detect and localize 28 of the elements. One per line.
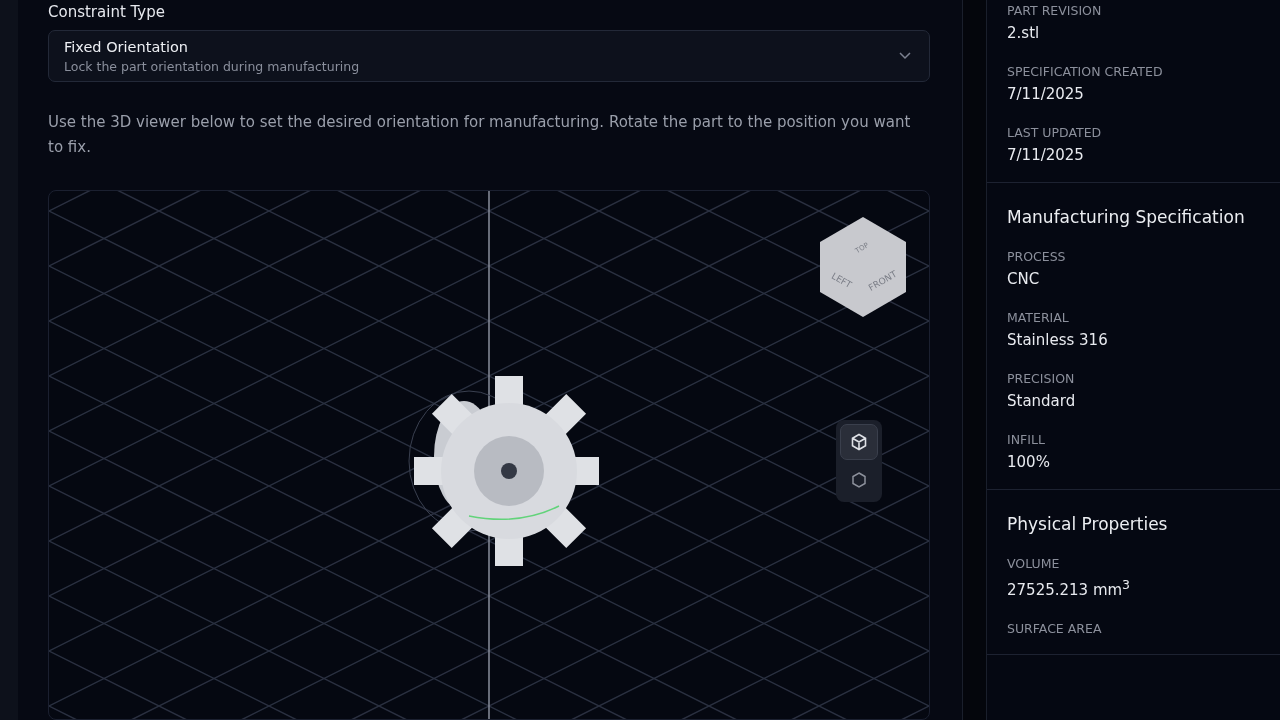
property-value: 7/11/2025 xyxy=(1007,146,1085,164)
property-label: SURFACE AREA xyxy=(1007,621,1103,636)
property-label: INFILL xyxy=(1007,432,1046,447)
cube-view-button[interactable] xyxy=(840,424,878,461)
property-label: SPECIFICATION CREATED xyxy=(1007,64,1164,79)
property-value: 100% xyxy=(1007,453,1051,471)
property-value: CNC xyxy=(1007,270,1041,288)
property-value: 7/11/2025 xyxy=(1007,85,1085,103)
cube-icon xyxy=(850,433,868,452)
property-value: Standard xyxy=(1007,392,1077,410)
hexagon-icon xyxy=(850,471,868,490)
select-description: Lock the part orientation during manufacturing xyxy=(64,58,360,74)
chevron-down-icon xyxy=(899,52,911,61)
property-label: LAST UPDATED xyxy=(1007,125,1103,140)
instructions-text: Use the 3D viewer below to set the desired orientation for manufacturing. Rotate the part to the position you want to fix. xyxy=(48,112,912,159)
property-value: Stainless 316 xyxy=(1007,331,1109,349)
select-title: Fixed Orientation xyxy=(64,38,190,55)
property-value: 27525.213 mm$^{3}$ xyxy=(1007,577,1132,599)
section-title: Manufacturing Specification xyxy=(1007,207,1246,227)
property-label: PRECISION xyxy=(1007,371,1076,386)
constraint-select[interactable]: Fixed Orientation Lock the part orientation during manufacturing xyxy=(48,30,930,83)
property-label: PROCESS xyxy=(1007,249,1067,264)
property-value: 2.stl xyxy=(1007,24,1041,42)
property-label: MATERIAL xyxy=(1007,310,1070,325)
property-label: PART REVISION xyxy=(1007,3,1103,18)
section-title: Physical Properties xyxy=(1007,514,1169,534)
property-label: VOLUME xyxy=(1007,556,1061,571)
field-label: Constraint Type xyxy=(48,3,166,21)
